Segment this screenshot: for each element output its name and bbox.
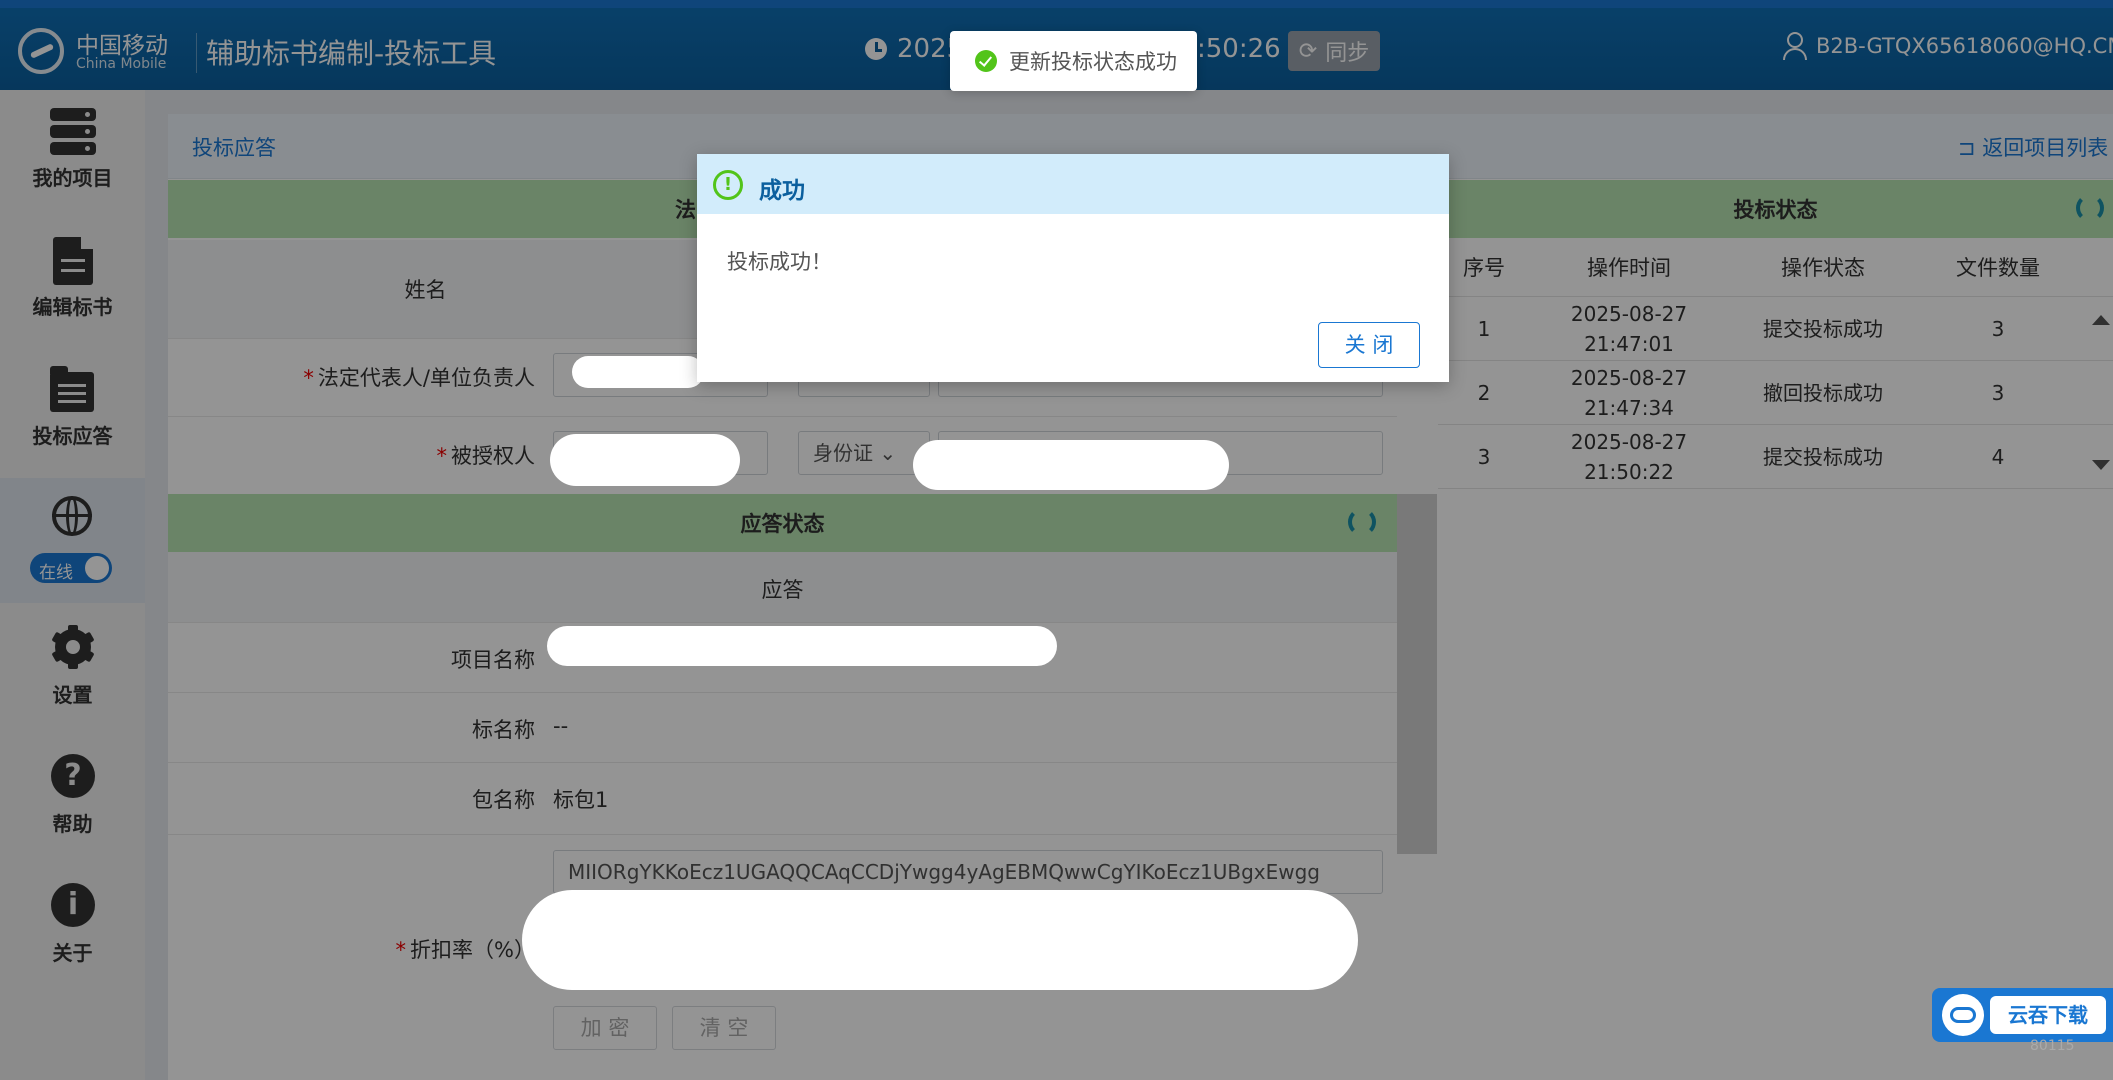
dialog-title: 成功 bbox=[759, 178, 805, 204]
dialog-message: 投标成功！ bbox=[727, 250, 832, 274]
cloud-sub-label: 80115 bbox=[2030, 1038, 2075, 1054]
exclamation-circle-icon: ! bbox=[713, 170, 743, 200]
cloud-download-label: 云吞下载 bbox=[1990, 996, 2106, 1034]
success-toast: 更新投标状态成功 bbox=[950, 31, 1197, 91]
check-circle-icon bbox=[975, 50, 997, 72]
close-button[interactable]: 关 闭 bbox=[1318, 322, 1420, 368]
redaction-mark bbox=[572, 356, 704, 388]
success-dialog: ! 成功 投标成功！ 关 闭 bbox=[697, 154, 1449, 382]
redaction-mark bbox=[522, 890, 1358, 990]
redaction-mark bbox=[550, 434, 740, 486]
dialog-header: ! 成功 bbox=[697, 154, 1449, 214]
redaction-mark bbox=[547, 626, 1057, 666]
cloud-chat-icon bbox=[1942, 994, 1984, 1036]
cloud-download-widget[interactable]: 云吞下载 bbox=[1932, 988, 2113, 1042]
toast-message: 更新投标状态成功 bbox=[1009, 50, 1177, 74]
redaction-mark bbox=[913, 440, 1229, 490]
